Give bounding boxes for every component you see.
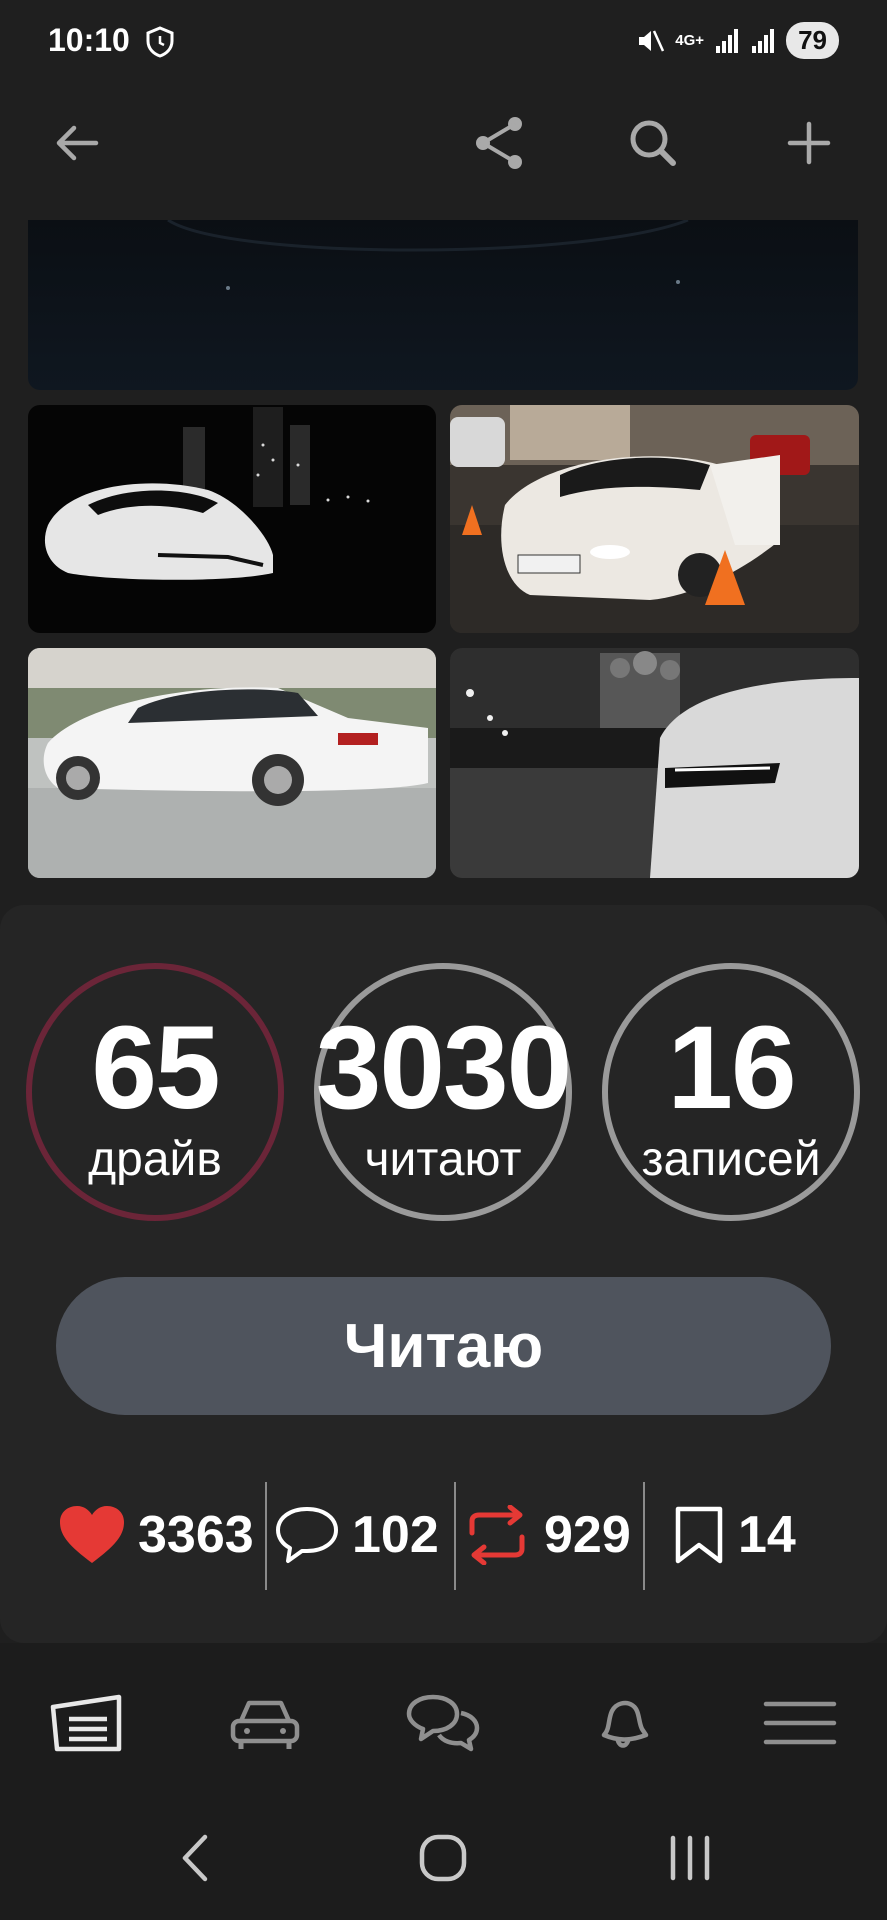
add-button[interactable] [774,108,844,178]
search-button[interactable] [618,108,688,178]
battery-level: 79 [786,22,839,59]
reposts-metric[interactable]: 929 [462,1495,631,1575]
system-home-button[interactable] [408,1823,478,1893]
stat-drive[interactable]: 65 драйв [25,962,285,1222]
gallery-photo-1[interactable] [28,405,436,633]
nav-cars[interactable] [220,1683,310,1763]
stat-followers-label: читают [364,1133,522,1186]
metric-divider [265,1482,267,1590]
stat-drive-label: драйв [88,1133,222,1186]
status-icons: 4G+ 79 [635,22,839,59]
gallery-photo-4[interactable] [450,648,859,878]
heart-icon [60,1506,124,1563]
garage-icon [50,1694,122,1752]
stat-drive-value: 65 [91,1002,220,1134]
menu-icon [763,1701,837,1745]
mute-icon [639,29,665,52]
bottom-navigation [0,1643,887,1803]
nav-menu[interactable] [755,1683,845,1763]
reposts-count: 929 [544,1506,631,1564]
following-button[interactable]: Читаю [56,1277,831,1415]
nav-notifications[interactable] [577,1683,667,1763]
shield-clock-icon [146,26,174,58]
stat-followers-value: 3030 [315,1002,573,1134]
home-icon [419,1834,467,1882]
back-icon [182,1834,208,1882]
likes-count: 3363 [138,1506,254,1564]
bookmarks-count: 14 [738,1506,796,1564]
network-type: 4G+ [675,31,705,49]
metric-divider [643,1482,645,1590]
back-arrow-icon [56,125,99,161]
system-recents-button[interactable] [655,1823,725,1893]
metric-divider [454,1482,456,1590]
share-button[interactable] [464,108,534,178]
nav-garage[interactable] [42,1683,132,1763]
nav-messages[interactable] [398,1683,488,1763]
stat-posts-label: записей [641,1133,821,1186]
bell-icon [601,1700,649,1748]
gallery-photo-2[interactable] [450,405,859,633]
status-bar: 10:10 4G+ 79 [0,0,887,90]
cover-photo[interactable] [28,220,858,390]
car-icon [230,1700,300,1749]
chat-icon [406,1694,480,1752]
share-icon [476,117,522,169]
repost-icon [469,1505,525,1565]
search-icon [630,120,676,166]
signal-icon-2 [752,28,775,53]
system-navigation-bar [0,1803,887,1920]
comments-metric[interactable]: 102 [274,1495,439,1575]
back-button[interactable] [42,108,112,178]
stat-posts-value: 16 [667,1002,796,1134]
system-back-button[interactable] [165,1823,225,1893]
top-app-bar [0,90,887,200]
comments-count: 102 [352,1506,439,1564]
plus-icon [787,121,831,165]
status-time: 10:10 [48,22,130,58]
bookmarks-metric[interactable]: 14 [672,1495,796,1575]
comment-icon [276,1507,338,1563]
stat-posts[interactable]: 16 записей [601,962,861,1222]
recents-icon [670,1835,710,1881]
likes-metric[interactable]: 3363 [58,1495,254,1575]
stat-followers[interactable]: 3030 читают [313,962,573,1222]
signal-icon-1 [716,28,739,53]
gallery-photo-3[interactable] [28,648,436,878]
bookmark-icon [675,1506,723,1564]
